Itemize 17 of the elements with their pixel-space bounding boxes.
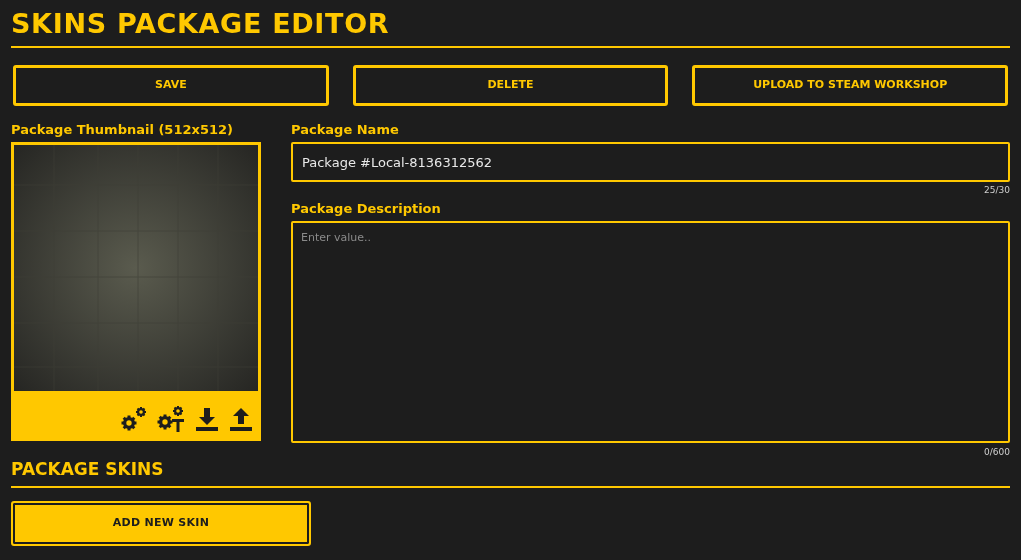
upload-icon[interactable]	[228, 405, 254, 432]
character-counter: 25/30	[984, 184, 1010, 196]
action-button[interactable]: DELETE	[352, 65, 669, 106]
name-field[interactable]: Package #Local-8136312562	[291, 142, 1010, 182]
field-label: Package Description	[291, 200, 442, 218]
add-skin-button[interactable]: ADD NEW SKIN	[11, 501, 311, 546]
action-button[interactable]: SAVE	[13, 65, 329, 106]
gears-text-icon[interactable]	[156, 404, 186, 433]
download-icon[interactable]	[194, 405, 220, 432]
section-title: PACKAGE SKINS	[11, 458, 165, 480]
action-button[interactable]: UPLOAD TO STEAM WORKSHOP	[692, 65, 1008, 106]
field-label: Package Name	[291, 121, 400, 139]
gears-icon[interactable]	[120, 404, 148, 433]
character-counter: 0/600	[984, 446, 1010, 458]
page-title: SKINS PACKAGE EDITOR	[11, 7, 391, 41]
field-label: Package Thumbnail (512x512)	[11, 121, 234, 139]
description-field[interactable]: Enter value..	[291, 221, 1010, 443]
